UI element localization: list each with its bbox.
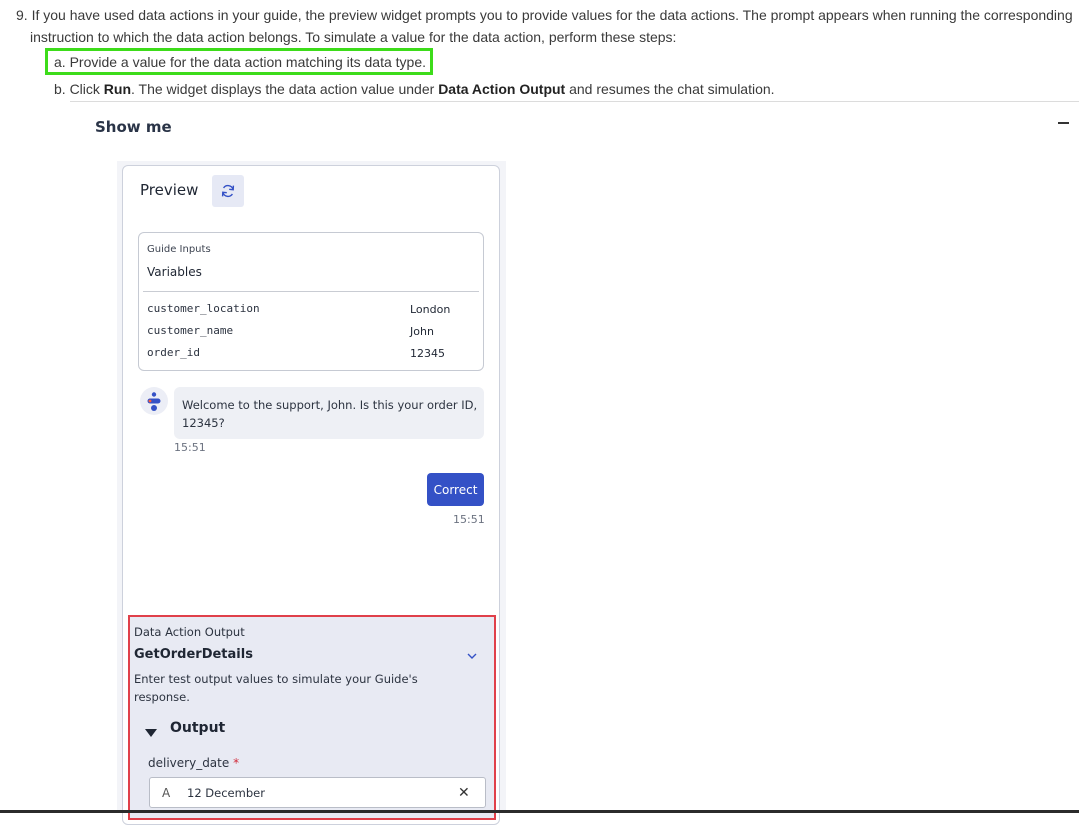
data-action-output-label: Data Action Output xyxy=(134,625,245,639)
step-b: b. Click Run. The widget displays the da… xyxy=(54,81,775,97)
variables-divider xyxy=(143,291,479,292)
caret-down-icon[interactable] xyxy=(145,725,157,743)
show-me-toggle[interactable]: Show me xyxy=(95,118,172,136)
output-section-toggle[interactable]: Output xyxy=(170,720,225,736)
variable-name: customer_location xyxy=(147,302,260,315)
divider xyxy=(70,101,1079,102)
minus-icon[interactable] xyxy=(1058,122,1069,124)
variable-value: 12345 xyxy=(410,347,445,360)
clear-icon[interactable]: ✕ xyxy=(458,786,470,800)
step-b-mid: . The widget displays the data action va… xyxy=(131,81,439,97)
variables-label: Variables xyxy=(147,265,202,279)
chevron-down-icon[interactable] xyxy=(466,649,478,667)
delivery-date-input[interactable] xyxy=(187,786,437,800)
step-b-prefix: b. Click xyxy=(54,81,104,97)
bot-message-time: 15:51 xyxy=(174,441,206,454)
data-action-description: Enter test output values to simulate you… xyxy=(134,672,418,704)
refresh-button[interactable] xyxy=(212,175,244,207)
step-a: a. Provide a value for the data action m… xyxy=(54,54,426,70)
delivery-date-label-text: delivery_date xyxy=(148,756,230,770)
preview-title: Preview xyxy=(140,181,199,199)
required-asterisk: * xyxy=(233,756,240,770)
step-b-suffix: and resumes the chat simulation. xyxy=(565,81,775,97)
step-9-line-1: 9. If you have used data actions in your… xyxy=(16,7,1073,23)
step-9-line-2: instruction to which the data action bel… xyxy=(30,29,677,45)
variable-value: London xyxy=(410,303,451,316)
string-type-icon: A xyxy=(162,786,171,800)
refresh-icon xyxy=(221,184,235,198)
step-b-run: Run xyxy=(103,81,132,97)
variable-name: customer_name xyxy=(147,324,234,337)
variable-value: John xyxy=(410,325,434,338)
delivery-date-label: delivery_date * xyxy=(148,756,239,770)
user-message-correct[interactable]: Correct xyxy=(427,473,484,506)
variable-name: order_id xyxy=(147,346,200,359)
user-message-time: 15:51 xyxy=(453,513,485,526)
bot-logo-icon xyxy=(147,392,161,411)
guide-inputs-label: Guide Inputs xyxy=(147,244,211,255)
bot-avatar xyxy=(140,387,168,415)
step-b-dao: Data Action Output xyxy=(438,81,566,97)
data-action-name: GetOrderDetails xyxy=(134,647,253,662)
bot-message-text: Welcome to the support, John. Is this yo… xyxy=(182,398,478,430)
